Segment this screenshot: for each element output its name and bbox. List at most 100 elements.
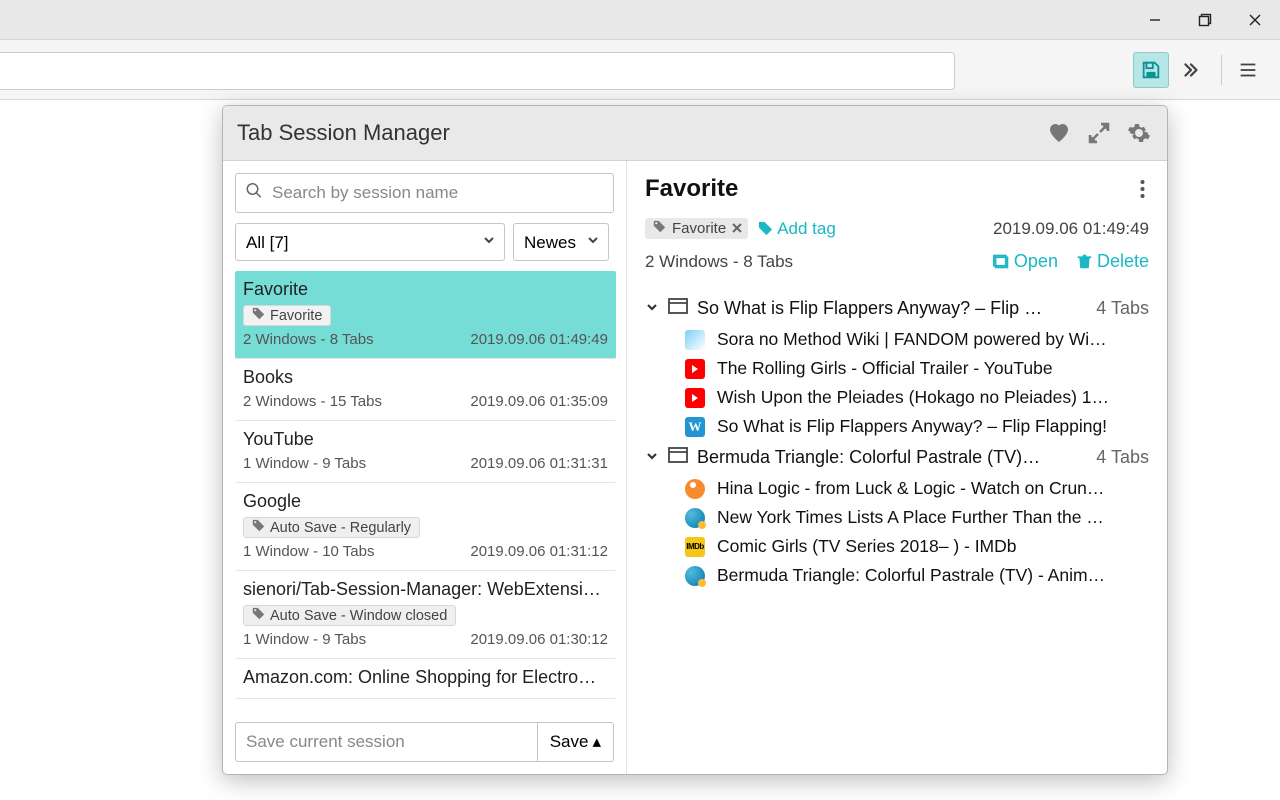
- browser-toolbar: [0, 40, 1280, 100]
- detail-title: Favorite: [645, 175, 1136, 203]
- chevron-down-icon[interactable]: [645, 447, 659, 468]
- session-name: Favorite: [243, 279, 608, 300]
- tabs-list: Hina Logic - from Luck & Logic - Watch o…: [685, 474, 1149, 590]
- detail-meta: 2 Windows - 8 Tabs: [645, 252, 793, 272]
- tab-title: Comic Girls (TV Series 2018– ) - IMDb: [717, 536, 1017, 557]
- tab-row[interactable]: Comic Girls (TV Series 2018– ) - IMDb: [685, 532, 1149, 561]
- session-meta: 1 Window - 10 Tabs2019.09.06 01:31:12: [243, 543, 608, 560]
- session-item[interactable]: Books 2 Windows - 15 Tabs2019.09.06 01:35…: [235, 359, 616, 421]
- window-row[interactable]: Bermuda Triangle: Colorful Pastrale (TV)…: [645, 441, 1149, 474]
- detail-tag-chip[interactable]: Favorite: [645, 218, 748, 239]
- youtube-favicon: [685, 388, 705, 408]
- session-name: Books: [243, 367, 608, 388]
- window-close-button[interactable]: [1230, 0, 1280, 40]
- window-title: So What is Flip Flappers Anyway? – Flip …: [697, 298, 1045, 319]
- tabs-list: Sora no Method Wiki | FANDOM powered by …: [685, 325, 1149, 441]
- gear-icon[interactable]: [1125, 119, 1153, 147]
- youtube-favicon: [685, 359, 705, 379]
- popup-header: Tab Session Manager: [223, 106, 1167, 161]
- session-item[interactable]: sienori/Tab-Session-Manager: WebExtensi……: [235, 571, 616, 659]
- tab-row[interactable]: The Rolling Girls - Official Trailer - Y…: [685, 354, 1149, 383]
- tab-row[interactable]: So What is Flip Flappers Anyway? – Flip …: [685, 412, 1149, 441]
- session-item[interactable]: Google Auto Save - Regularly 1 Window - 10…: [235, 483, 616, 571]
- save-button[interactable]: Save▴: [537, 723, 613, 761]
- chevron-down-icon[interactable]: [645, 298, 659, 319]
- tab-row[interactable]: Wish Upon the Pleiades (Hokago no Pleiad…: [685, 383, 1149, 412]
- session-name: sienori/Tab-Session-Manager: WebExtensi…: [243, 579, 608, 600]
- detail-tag-label: Favorite: [672, 220, 726, 237]
- search-input[interactable]: [235, 173, 614, 213]
- tab-title: The Rolling Girls - Official Trailer - Y…: [717, 358, 1053, 379]
- tab-title: New York Times Lists A Place Further Tha…: [717, 507, 1104, 528]
- session-name: Google: [243, 491, 608, 512]
- browser-menu-button[interactable]: [1230, 52, 1266, 88]
- tag-icon: [252, 519, 265, 536]
- tab-row[interactable]: Sora no Method Wiki | FANDOM powered by …: [685, 325, 1149, 354]
- window-restore-button[interactable]: [1180, 0, 1230, 40]
- browser-titlebar: [0, 0, 1280, 40]
- open-label: Open: [1014, 251, 1058, 272]
- window-icon: [668, 447, 688, 468]
- save-session-input[interactable]: [236, 723, 537, 761]
- fandom-favicon: [685, 330, 705, 350]
- save-session-bar: Save▴: [235, 722, 614, 762]
- window-tab-count: 4 Tabs: [1096, 298, 1149, 319]
- open-button[interactable]: Open: [993, 251, 1058, 272]
- session-tag: Favorite: [243, 305, 331, 326]
- imdb-favicon: [685, 537, 705, 557]
- session-item[interactable]: Amazon.com: Online Shopping for Electro…: [235, 659, 616, 699]
- detail-date: 2019.09.06 01:49:49: [993, 219, 1149, 239]
- window-tab-count: 4 Tabs: [1096, 447, 1149, 468]
- globe-favicon: [685, 566, 705, 586]
- add-tag-button[interactable]: Add tag: [758, 219, 836, 239]
- session-list-panel: All [7] Newest Favorite Favorite 2 Windows…: [223, 161, 627, 774]
- popup-title: Tab Session Manager: [237, 120, 1033, 146]
- tag-icon: [758, 221, 773, 236]
- sort-select[interactable]: Newest: [513, 223, 609, 261]
- toolbar-overflow-button[interactable]: [1173, 52, 1209, 88]
- tag-icon: [653, 220, 666, 237]
- extension-icon-tab-session-manager[interactable]: [1133, 52, 1169, 88]
- delete-label: Delete: [1097, 251, 1149, 272]
- delete-button[interactable]: Delete: [1076, 251, 1149, 272]
- globe-favicon: [685, 508, 705, 528]
- session-tag: Auto Save - Regularly: [243, 517, 420, 538]
- session-item[interactable]: Favorite Favorite 2 Windows - 8 Tabs2019.0…: [235, 271, 616, 359]
- tag-icon: [252, 607, 265, 624]
- session-meta: 1 Window - 9 Tabs2019.09.06 01:31:31: [243, 455, 608, 472]
- session-list[interactable]: Favorite Favorite 2 Windows - 8 Tabs2019.0…: [235, 271, 626, 714]
- session-meta: 2 Windows - 15 Tabs2019.09.06 01:35:09: [243, 393, 608, 410]
- session-meta: 1 Window - 9 Tabs2019.09.06 01:30:12: [243, 631, 608, 648]
- remove-tag-icon[interactable]: [732, 220, 742, 237]
- expand-icon[interactable]: [1085, 119, 1113, 147]
- session-detail-panel: Favorite Favorite Add tag 2019.09.06 01:…: [627, 161, 1167, 774]
- window-minimize-button[interactable]: [1130, 0, 1180, 40]
- tab-title: So What is Flip Flappers Anyway? – Flip …: [717, 416, 1107, 437]
- window-title: Bermuda Triangle: Colorful Pastrale (TV)…: [697, 447, 1045, 468]
- open-icon: [993, 253, 1010, 270]
- window-row[interactable]: So What is Flip Flappers Anyway? – Flip …: [645, 292, 1149, 325]
- window-icon: [668, 298, 688, 319]
- add-tag-label: Add tag: [777, 219, 836, 239]
- tab-row[interactable]: Bermuda Triangle: Colorful Pastrale (TV)…: [685, 561, 1149, 590]
- session-item[interactable]: YouTube1 Window - 9 Tabs2019.09.06 01:31…: [235, 421, 616, 483]
- tab-row[interactable]: Hina Logic - from Luck & Logic - Watch o…: [685, 474, 1149, 503]
- tab-title: Sora no Method Wiki | FANDOM powered by …: [717, 329, 1107, 350]
- trash-icon: [1076, 253, 1093, 270]
- heart-icon[interactable]: [1045, 119, 1073, 147]
- popup-panel: Tab Session Manager All [7] Newest Fa: [222, 105, 1168, 775]
- tab-row[interactable]: New York Times Lists A Place Further Tha…: [685, 503, 1149, 532]
- tab-title: Wish Upon the Pleiades (Hokago no Pleiad…: [717, 387, 1112, 408]
- more-menu-button[interactable]: [1136, 175, 1149, 208]
- session-name: Amazon.com: Online Shopping for Electro…: [243, 667, 608, 688]
- url-bar[interactable]: [0, 52, 955, 90]
- filter-select[interactable]: All [7]: [235, 223, 505, 261]
- caret-up-icon: ▴: [592, 732, 601, 752]
- toolbar-separator: [1221, 55, 1222, 85]
- search-icon: [245, 182, 263, 205]
- tab-title: Bermuda Triangle: Colorful Pastrale (TV)…: [717, 565, 1105, 586]
- session-meta: 2 Windows - 8 Tabs2019.09.06 01:49:49: [243, 331, 608, 348]
- tab-title: Hina Logic - from Luck & Logic - Watch o…: [717, 478, 1104, 499]
- tag-icon: [252, 307, 265, 324]
- crunchyroll-favicon: [685, 479, 705, 499]
